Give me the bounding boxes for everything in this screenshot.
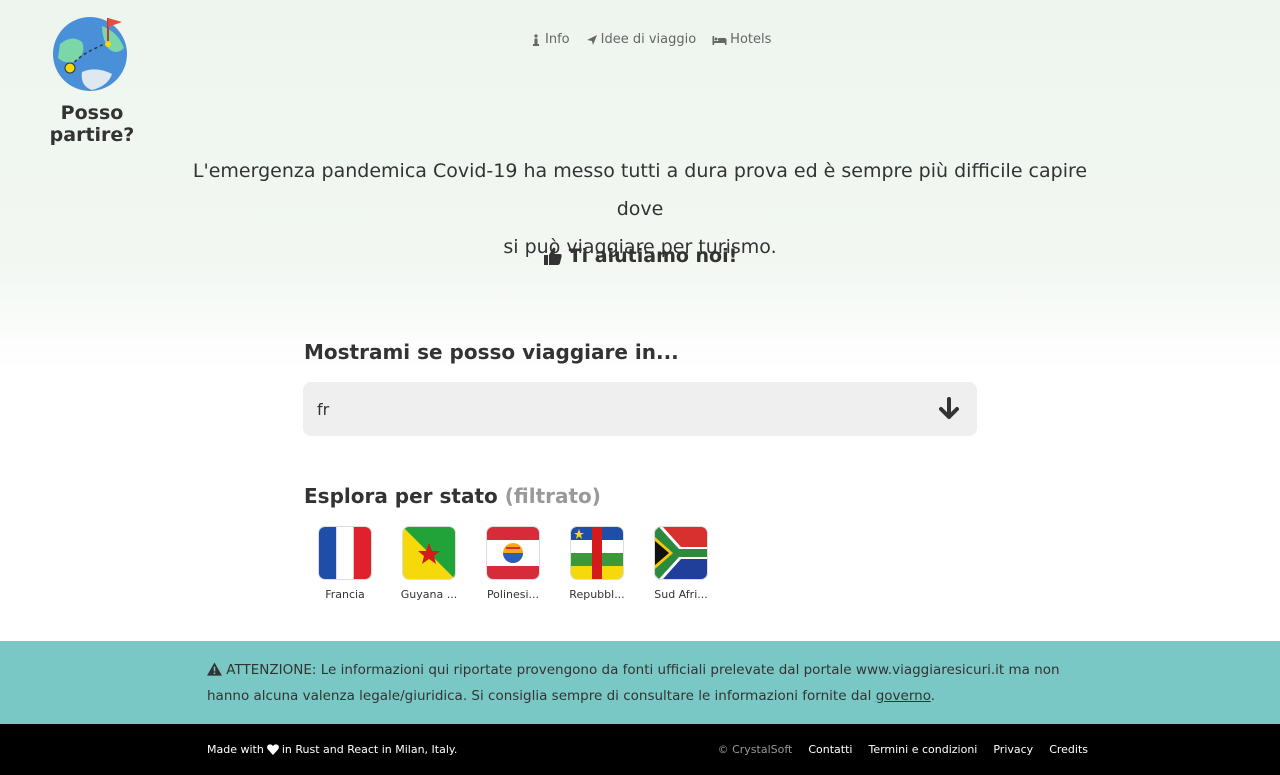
top-nav: Info Idee di viaggio Hotels: [530, 32, 771, 47]
search-title: Mostrami se posso viaggiare in...: [304, 340, 679, 364]
french-polynesia-flag-icon[interactable]: [487, 527, 539, 579]
heart-icon: [266, 744, 279, 755]
footer-link-contatti[interactable]: Contatti: [808, 743, 852, 756]
warning-icon: [207, 662, 222, 676]
footer-made-suffix: in Rust and React in Milan, Italy.: [281, 743, 458, 756]
bed-icon: [712, 35, 727, 45]
country-search-input[interactable]: [317, 382, 917, 436]
country-search-box[interactable]: [303, 382, 977, 436]
country-label: Francia: [325, 588, 365, 601]
footer-link-termini[interactable]: Termini e condizioni: [868, 743, 977, 756]
footer-made-prefix: Made with: [207, 743, 264, 756]
plane-icon: [586, 34, 597, 45]
country-label: Repubbl...: [569, 588, 625, 601]
arrow-down-icon[interactable]: [937, 397, 961, 421]
footer-links: © CrystalSoft Contatti Termini e condizi…: [718, 743, 1088, 756]
site-logo-block[interactable]: Posso partire?: [20, 14, 164, 146]
nav-travel-ideas-label: Idee di viaggio: [600, 32, 697, 47]
country-label: Sud Afri...: [654, 588, 708, 601]
site-title: Posso partire?: [49, 102, 135, 146]
nav-info-label: Info: [545, 32, 570, 47]
info-icon: [533, 33, 539, 46]
nav-hotels[interactable]: Hotels: [712, 32, 771, 47]
notice-suffix: .: [930, 688, 936, 704]
intro-line-1: L'emergenza pandemica Covid-19 ha messo …: [192, 160, 1088, 220]
footer-link-credits[interactable]: Credits: [1049, 743, 1088, 756]
notice-text: ATTENZIONE: Le informazioni qui riportat…: [207, 657, 1077, 709]
help-text: Ti aiutiamo noi!: [568, 245, 738, 267]
explore-title: Esplora per stato (filtrato): [304, 484, 601, 508]
country-flag-list: Francia Guyana ... Polinesi... Repubbl..…: [319, 527, 708, 601]
footer-copyright: © CrystalSoft: [717, 743, 793, 756]
country-card-polinesia[interactable]: Polinesi...: [487, 527, 539, 601]
nav-info[interactable]: Info: [530, 32, 570, 47]
france-flag-icon[interactable]: [319, 527, 371, 579]
help-heading: Ti aiutiamo noi!: [0, 245, 1280, 267]
country-card-sud-africa[interactable]: Sud Afri...: [654, 527, 708, 601]
globe-logo-icon[interactable]: [52, 14, 132, 94]
country-card-guyana[interactable]: Guyana ...: [401, 527, 457, 601]
nav-hotels-label: Hotels: [730, 32, 772, 47]
thumbs-up-icon: [543, 247, 562, 265]
footer-link-privacy[interactable]: Privacy: [993, 743, 1033, 756]
explore-filter-badge: (filtrato): [504, 484, 601, 508]
country-card-repubblica[interactable]: Repubbl...: [569, 527, 625, 601]
government-link[interactable]: governo: [876, 688, 931, 704]
notice-prefix: ATTENZIONE:: [226, 662, 317, 678]
notice-banner: ATTENZIONE: Le informazioni qui riportat…: [0, 641, 1280, 724]
country-label: Guyana ...: [400, 588, 458, 601]
country-label: Polinesi...: [486, 588, 540, 601]
footer-made-with: Made with in Rust and React in Milan, It…: [207, 743, 457, 756]
french-guiana-flag-icon[interactable]: [403, 527, 455, 579]
central-african-republic-flag-icon[interactable]: [571, 527, 623, 579]
explore-title-text: Esplora per stato: [304, 484, 498, 508]
country-card-francia[interactable]: Francia: [319, 527, 371, 601]
site-footer: Made with in Rust and React in Milan, It…: [0, 724, 1280, 775]
south-africa-flag-icon[interactable]: [655, 527, 707, 579]
nav-travel-ideas[interactable]: Idee di viaggio: [586, 32, 697, 47]
